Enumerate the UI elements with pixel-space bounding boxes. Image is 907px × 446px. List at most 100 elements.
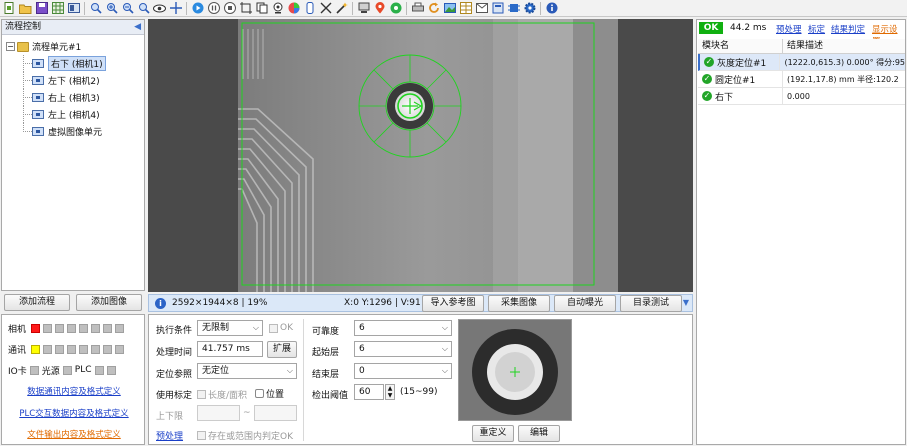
tree-item-camera2[interactable]: 左下 (相机2) [2,72,144,89]
check-ok-icon: ✓ [704,57,714,67]
edit-button[interactable]: 编辑 [518,425,560,442]
magic-icon[interactable] [334,1,349,15]
network-icon[interactable] [356,1,371,15]
preprocess-link[interactable]: 预处理 [776,23,802,35]
image-icon[interactable] [442,1,457,15]
position-reference-label: 定位参照 [156,370,193,380]
range-ok-checkbox[interactable]: 存在或范围内判定OK [197,429,293,442]
limits-label: 上下限 [156,412,184,422]
start-layer-label: 起始层 [312,348,340,358]
directory-test-button[interactable]: 目录测试 [620,295,682,312]
pixel-coords-text: X:0 Y:1296 | V:91 [344,298,421,308]
chevron-down-icon[interactable]: ▼ [683,298,689,307]
toolbar-separator [84,1,85,15]
table-icon[interactable] [458,1,473,15]
threshold-spinner[interactable]: ▲ ▼ [385,384,395,400]
start-layer-select[interactable]: 6 ⌵ [354,341,452,357]
save-icon[interactable] [34,1,49,15]
add-image-button[interactable]: 添加图像 [76,294,142,311]
roi-icon[interactable] [238,1,253,15]
archive-icon[interactable] [490,1,505,15]
search-icon[interactable] [88,1,103,15]
grid-icon[interactable] [50,1,65,15]
tree-item-label: 右上 (相机3) [48,94,100,104]
copy-icon[interactable] [254,1,269,15]
tree-item-camera4[interactable]: 左上 (相机4) [2,106,144,123]
camera-unit-icon [32,59,44,68]
plc-status-indicator [94,365,104,375]
tree-item-label: 左下 (相机2) [48,77,100,87]
image-viewer[interactable] [148,19,693,292]
position-reference-select[interactable]: 无定位 ⌵ [197,363,297,379]
settings-green-icon[interactable] [388,1,403,15]
toolbar-separator [406,1,407,15]
pin-icon[interactable]: ◀ [134,20,141,35]
similarity-value: 6 [359,323,365,333]
calib-icon[interactable] [302,1,317,15]
refresh-icon[interactable] [426,1,441,15]
preprocess-link[interactable]: 预处理 [156,429,183,442]
camera-image[interactable] [148,19,693,292]
layout-icon[interactable] [66,1,81,15]
template-thumbnail[interactable] [458,319,572,421]
transform-icon[interactable] [318,1,333,15]
tree-root-flow-unit[interactable]: − 流程单元#1 [2,38,144,55]
capture-image-button[interactable]: 采集图像 [488,295,550,312]
table-row[interactable]: ✓ 右下 0.000 [698,87,905,105]
check-ok-icon: ✓ [702,74,712,84]
import-reference-image-button[interactable]: 导入参考图 [422,295,484,312]
threshold-label: 检出阈值 [312,391,349,401]
plc-format-link[interactable]: PLC交互数据内容及格式定义 [2,407,146,419]
upper-limit-field[interactable] [254,405,297,421]
end-layer-select[interactable]: 0 ⌵ [354,363,452,379]
plc-status-label: PLC [74,365,92,375]
io-status-label: IO卡 [8,366,27,377]
exec-condition-select[interactable]: 无限制 ⌵ [197,320,263,336]
position-checkbox[interactable]: 位置 [255,387,284,400]
threshold-field[interactable]: 60 [354,384,384,400]
tree-item-virtual-image[interactable]: 虚拟图像单元 [2,123,144,140]
auto-exposure-button[interactable]: 自动曝光 [554,295,616,312]
tree-item-camera3[interactable]: 右上 (相机3) [2,89,144,106]
color-icon[interactable] [286,1,301,15]
table-row[interactable]: ✓ 圆定位#1 (192.1,17.8) mm 半径:120.2 [698,70,905,88]
tree-item-camera1[interactable]: 右下 (相机1) [2,55,144,72]
location-icon[interactable] [372,1,387,15]
zoom-in-icon[interactable] [104,1,119,15]
zoom-fit-icon[interactable] [136,1,151,15]
main-toolbar [0,0,907,17]
table-row[interactable]: ✓ 灰度定位#1 (1222.0,615.3) 0.000° 得分:95 [698,53,905,71]
camera-icon[interactable] [270,1,285,15]
redefine-button[interactable]: 重定义 [472,425,514,442]
collapse-icon[interactable]: − [6,42,15,51]
add-flow-button[interactable]: 添加流程 [4,294,70,311]
email-icon[interactable] [474,1,489,15]
calibration-link[interactable]: 标定 [808,23,825,35]
play-icon[interactable] [190,1,205,15]
new-icon[interactable] [2,1,17,15]
chip-icon[interactable] [506,1,521,15]
ok-checkbox[interactable]: OK [269,323,293,333]
length-area-checkbox[interactable]: 长度/面积 [197,388,247,401]
crosshair-icon[interactable] [168,1,183,15]
gear-icon[interactable] [522,1,537,15]
lower-limit-field[interactable] [197,405,240,421]
column-module-name: 模块名 [698,39,783,53]
stop-icon[interactable] [222,1,237,15]
result-judgement-link[interactable]: 结果判定 [831,23,865,35]
eye-icon[interactable] [152,1,167,15]
pause-icon[interactable] [206,1,221,15]
data-comm-format-link[interactable]: 数据通讯内容及格式定义 [2,385,146,397]
info-icon[interactable] [544,1,559,15]
similarity-select[interactable]: 6 ⌵ [354,320,452,336]
range-ok-label: 存在或范围内判定OK [208,432,293,442]
comm-status-label: 通讯 [8,345,27,356]
check-ok-icon: ✓ [702,91,712,101]
expand-button[interactable]: 扩展 [267,341,297,358]
camera-status-row: 相机 [8,322,124,335]
printer-icon[interactable] [410,1,425,15]
open-icon[interactable] [18,1,33,15]
processing-time-field[interactable]: 41.757 ms [197,341,263,357]
file-output-format-link[interactable]: 文件输出内容及格式定义 [2,428,146,440]
zoom-out-icon[interactable] [120,1,135,15]
